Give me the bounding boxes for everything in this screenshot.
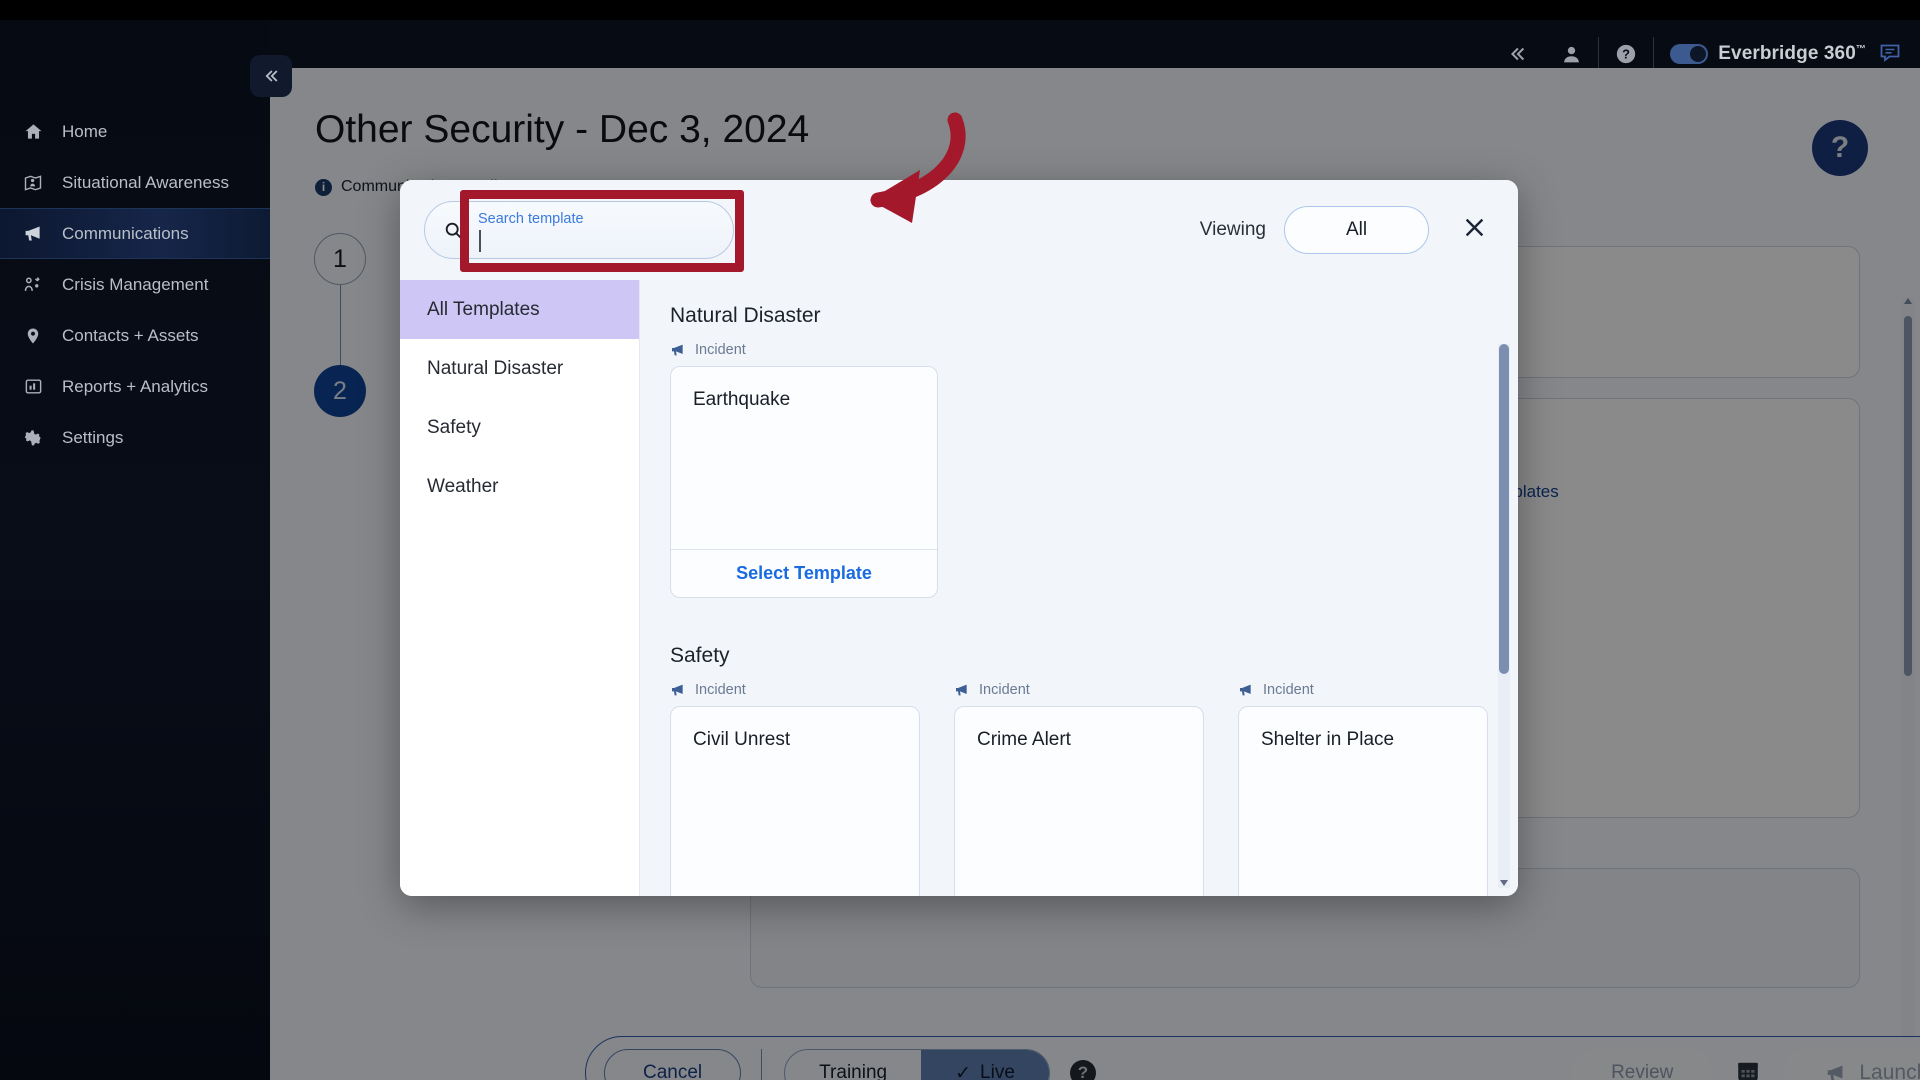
brand-360-text: Everbridge 360 bbox=[1718, 43, 1856, 64]
kind-text: Incident bbox=[695, 682, 746, 698]
group-title-natural-disaster: Natural Disaster bbox=[670, 304, 821, 327]
category-weather[interactable]: Weather bbox=[400, 457, 639, 516]
group-row-safety: Incident Civil Unrest Incident Crime Ale… bbox=[670, 682, 1488, 896]
close-modal-button[interactable] bbox=[1461, 214, 1488, 247]
template-kind-label: Incident bbox=[954, 682, 1204, 698]
megaphone-icon bbox=[1240, 684, 1251, 696]
template-card-civil-unrest[interactable]: Civil Unrest bbox=[670, 706, 920, 896]
sidebar-nav: Home Situational Awareness Communication… bbox=[0, 20, 270, 1080]
sidebar-item-contacts-assets[interactable]: Contacts + Assets bbox=[0, 310, 270, 361]
group-title-safety: Safety bbox=[670, 644, 730, 667]
viewing-dropdown[interactable]: All bbox=[1284, 206, 1429, 254]
kind-text: Incident bbox=[695, 342, 746, 358]
kind-text: Incident bbox=[1263, 682, 1314, 698]
viewing-filter-group: Viewing All bbox=[1200, 206, 1492, 254]
location-pin-icon bbox=[22, 327, 44, 345]
template-card-earthquake[interactable]: Earthquake Select Template bbox=[670, 366, 938, 598]
sidebar-item-settings[interactable]: Settings bbox=[0, 412, 270, 463]
question-circle-icon: ? bbox=[1617, 44, 1636, 64]
sidebar-item-communications[interactable]: Communications bbox=[0, 208, 270, 259]
sidebar-label-situational-awareness: Situational Awareness bbox=[62, 172, 229, 192]
close-x-icon bbox=[1465, 218, 1484, 236]
template-card-title: Earthquake bbox=[693, 389, 791, 410]
viewing-label: Viewing bbox=[1199, 219, 1266, 240]
sidebar-item-home[interactable]: Home bbox=[0, 106, 270, 157]
category-safety[interactable]: Safety bbox=[400, 398, 639, 457]
template-kind-label: Incident bbox=[670, 342, 938, 358]
template-category-list: All Templates Natural Disaster Safety We… bbox=[400, 280, 640, 896]
map-pin-person-icon bbox=[22, 173, 44, 193]
sidebar-label-settings: Settings bbox=[62, 427, 124, 447]
template-card-crime-alert[interactable]: Crime Alert bbox=[954, 706, 1204, 896]
category-natural-disaster[interactable]: Natural Disaster bbox=[400, 339, 639, 398]
sidebar-item-situational-awareness[interactable]: Situational Awareness bbox=[0, 157, 270, 208]
template-card-col: Incident Shelter in Place bbox=[1238, 682, 1488, 896]
chat-support-button[interactable] bbox=[1878, 40, 1902, 69]
sidebar-label-crisis-management: Crisis Management bbox=[62, 274, 209, 294]
annotation-highlight-box bbox=[460, 190, 744, 272]
kind-text: Incident bbox=[979, 682, 1030, 698]
header-divider-2 bbox=[1653, 37, 1655, 71]
chevron-double-left-icon bbox=[1511, 47, 1525, 61]
template-card-col: Incident Earthquake Select Template bbox=[670, 342, 938, 598]
template-card-shelter-in-place[interactable]: Shelter in Place bbox=[1238, 706, 1488, 896]
bar-chart-icon bbox=[22, 377, 44, 396]
annotation-arrow bbox=[870, 112, 966, 223]
sidebar-item-crisis-management[interactable]: Crisis Management bbox=[0, 259, 270, 310]
megaphone-icon bbox=[672, 684, 683, 696]
person-icon bbox=[1563, 46, 1579, 62]
everbridge360-toggle[interactable] bbox=[1670, 44, 1709, 64]
megaphone-icon bbox=[956, 684, 967, 696]
sidebar-item-reports-analytics[interactable]: Reports + Analytics bbox=[0, 361, 270, 412]
viewing-selected-value: All bbox=[1345, 219, 1368, 240]
home-icon bbox=[22, 122, 44, 141]
sidebar-label-home: Home bbox=[62, 121, 108, 141]
chevron-double-left-icon bbox=[265, 70, 278, 82]
toggle-knob bbox=[1690, 46, 1707, 62]
template-kind-label: Incident bbox=[1238, 682, 1488, 698]
modal-body: All Templates Natural Disaster Safety We… bbox=[400, 280, 1518, 896]
template-card-title: Shelter in Place bbox=[1261, 729, 1395, 750]
brand-360-label: Everbridge 360 ™ bbox=[1718, 43, 1866, 65]
sidebar-label-reports-analytics: Reports + Analytics bbox=[62, 376, 208, 396]
svg-text:?: ? bbox=[1622, 47, 1630, 62]
template-kind-label: Incident bbox=[670, 682, 920, 698]
group-row-natural-disaster: Incident Earthquake Select Template bbox=[670, 342, 1488, 598]
template-grid-area: Natural Disaster Incident Earthquake Sel… bbox=[640, 280, 1518, 896]
window-top-strip bbox=[0, 0, 1920, 20]
megaphone-icon bbox=[672, 344, 683, 356]
select-template-button[interactable]: Select Template bbox=[671, 549, 937, 597]
sidebar-collapse-button[interactable] bbox=[250, 55, 292, 97]
sidebar-label-communications: Communications bbox=[62, 223, 189, 243]
category-all-templates[interactable]: All Templates bbox=[400, 280, 639, 339]
app-root: everbridge ™ ? bbox=[0, 0, 1920, 1080]
template-card-title: Civil Unrest bbox=[693, 729, 791, 750]
sidebar-label-contacts-assets: Contacts + Assets bbox=[62, 325, 199, 345]
gear-icon bbox=[22, 428, 44, 447]
brand-360-tm: ™ bbox=[1855, 44, 1866, 55]
template-picker-modal: Search template Viewing All All Template… bbox=[400, 180, 1518, 896]
template-card-col: Incident Civil Unrest bbox=[670, 682, 920, 896]
modal-scrollbar-thumb[interactable] bbox=[1499, 344, 1509, 674]
template-card-col: Incident Crime Alert bbox=[954, 682, 1204, 896]
chat-bubble-icon bbox=[1880, 44, 1900, 62]
template-card-title: Crime Alert bbox=[977, 729, 1071, 750]
modal-scrollbar[interactable] bbox=[1498, 344, 1510, 888]
scroll-down-arrow-icon[interactable] bbox=[1500, 880, 1508, 886]
megaphone-icon bbox=[22, 223, 44, 244]
people-network-icon bbox=[22, 275, 44, 295]
